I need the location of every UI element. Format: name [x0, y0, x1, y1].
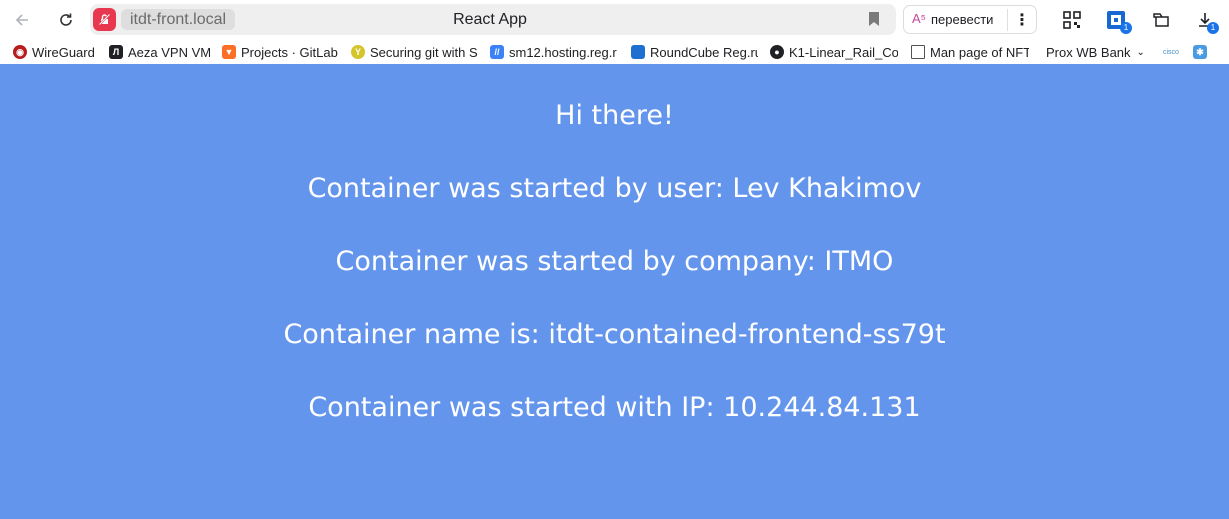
arrow-left-icon: [15, 14, 28, 26]
user-info-text: Container was started by user: Lev Khaki…: [307, 173, 922, 204]
bookmark-item[interactable]: ▼ Projects · GitLab: [222, 43, 340, 61]
collections-icon[interactable]: [1151, 10, 1171, 30]
page-icon: [911, 45, 925, 59]
translate-label: перевести: [931, 12, 994, 27]
bookmark-item[interactable]: ◉ WireGuard: [13, 43, 99, 61]
page-title: React App: [453, 11, 527, 28]
chevron-down-icon: ⌄: [1136, 46, 1145, 58]
container-ip-text: Container was started with IP: 10.244.84…: [308, 392, 921, 423]
browser-chrome: itdt-front.local React App A⁵ перевести …: [0, 0, 1229, 64]
bookmark-item[interactable]: Л Aeza VPN VM: [109, 43, 213, 61]
back-button[interactable]: [9, 7, 35, 33]
more-vert-icon[interactable]: ⋮: [1007, 9, 1036, 31]
container-name-text: Container name is: itdt-contained-fronte…: [283, 319, 946, 350]
qr-code-icon[interactable]: [1062, 10, 1082, 30]
page-content: Hi there! Container was started by user:…: [0, 64, 1229, 519]
bookmark-item[interactable]: RoundCube Reg.ru: [631, 43, 758, 61]
address-bar[interactable]: itdt-front.local React App: [90, 4, 896, 35]
reload-button[interactable]: [53, 7, 79, 33]
downloads-badge: 1: [1207, 22, 1219, 34]
extension-badge: 1: [1120, 22, 1132, 34]
site-security-icon[interactable]: [93, 8, 116, 31]
bookmark-item[interactable]: cisco: [1163, 43, 1183, 61]
downloads-icon[interactable]: 1: [1195, 10, 1219, 34]
translate-button[interactable]: A⁵ перевести ⋮: [903, 5, 1037, 34]
bookmark-icon[interactable]: [868, 11, 884, 28]
bookmark-item[interactable]: Man page of NFT: [911, 43, 1029, 61]
bookmark-item[interactable]: ● K1-Linear_Rail_Con: [770, 43, 898, 61]
browser-toolbar: itdt-front.local React App A⁵ перевести …: [0, 0, 1229, 40]
url-text[interactable]: itdt-front.local: [121, 9, 236, 30]
bookmark-item[interactable]: ✱: [1193, 43, 1209, 61]
app-icon: ✱: [1193, 45, 1207, 59]
bookmark-item[interactable]: // sm12.hosting.reg.r: [490, 43, 618, 61]
greeting-text: Hi there!: [555, 100, 674, 131]
github-icon: ●: [770, 45, 784, 59]
cisco-icon: cisco: [1163, 48, 1179, 56]
folder-icon: [631, 45, 645, 59]
bookmark-folder[interactable]: Prox WB Bank ⌄: [1046, 43, 1150, 61]
bookmarks-bar: ◉ WireGuard Л Aeza VPN VM ▼ Projects · G…: [0, 41, 1229, 63]
bookmark-item[interactable]: Y Securing git with S: [351, 43, 478, 61]
company-info-text: Container was started by company: ITMO: [335, 246, 894, 277]
aeza-icon: Л: [109, 45, 123, 59]
hosting-icon: //: [490, 45, 504, 59]
reload-icon: [60, 13, 72, 26]
wireguard-icon: ◉: [13, 45, 27, 59]
password-manager-icon[interactable]: 1: [1106, 10, 1132, 34]
translate-icon: A⁵: [912, 11, 927, 26]
gitlab-icon: ▼: [222, 45, 236, 59]
yandex-icon: Y: [351, 45, 365, 59]
